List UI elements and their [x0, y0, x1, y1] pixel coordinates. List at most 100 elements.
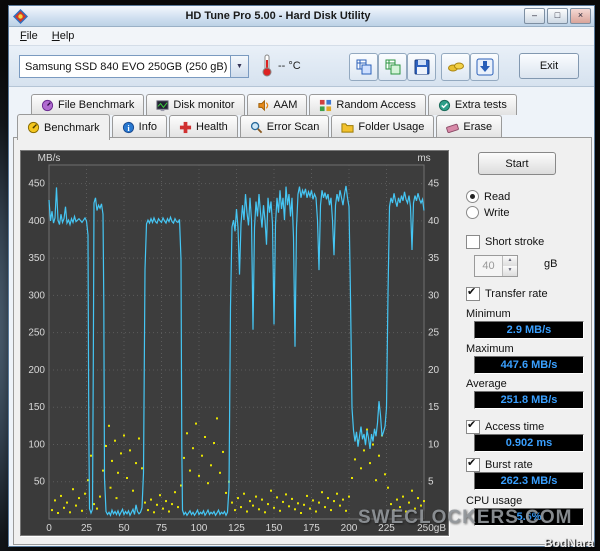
tab-health[interactable]: Health [169, 115, 238, 138]
average-value: 251.8 MB/s [474, 391, 584, 409]
tab-error-scan[interactable]: Error Scan [240, 115, 330, 138]
svg-text:450: 450 [28, 179, 45, 190]
access-time-label: Access time [485, 421, 544, 433]
svg-text:175: 175 [303, 523, 320, 534]
info-icon: i [122, 121, 135, 134]
aam-icon [257, 99, 270, 112]
svg-text:35: 35 [428, 253, 440, 264]
copy-screenshot-button[interactable] [349, 53, 378, 81]
svg-text:350: 350 [28, 253, 45, 264]
disk-monitor-icon [156, 99, 169, 112]
toolbar: Samsung SSD 840 EVO 250GB (250 gB) ▼ -- … [9, 46, 594, 87]
donate-button[interactable] [441, 53, 470, 81]
copy-text-button[interactable] [378, 53, 407, 81]
hands-icon [447, 58, 465, 76]
tab-label: Erase [463, 121, 492, 133]
short-stroke-label: Short stroke [485, 236, 544, 248]
svg-text:MB/s: MB/s [38, 153, 61, 164]
health-cross-icon [179, 121, 192, 134]
read-label: Read [484, 191, 510, 203]
svg-text:50: 50 [34, 477, 46, 488]
tab-file-benchmark[interactable]: File Benchmark [31, 94, 144, 115]
menu-help[interactable]: Help [45, 29, 82, 43]
svg-text:ms: ms [417, 153, 430, 164]
short-stroke-value: 40 [475, 256, 502, 276]
svg-text:40: 40 [428, 216, 440, 227]
tab-erase[interactable]: Erase [436, 115, 502, 138]
benchmark-chart: 4504540040350353003025025200201501510010… [20, 150, 449, 536]
save-icon [413, 58, 431, 76]
temperature-value: -- °C [278, 60, 301, 72]
benchmark-page: 4504540040350353003025025200201501510010… [13, 137, 592, 545]
burst-rate-checkbox[interactable]: Burst rate [466, 458, 533, 472]
cpu-usage-label: CPU usage [466, 495, 522, 507]
tab-label: File Benchmark [58, 99, 134, 111]
close-button[interactable]: × [570, 8, 591, 24]
titlebar[interactable]: HD Tune Pro 5.00 - Hard Disk Utility – □… [9, 6, 594, 27]
tab-row-secondary: File Benchmark Disk monitor AAM Random A… [9, 94, 594, 115]
menu-file[interactable]: File [13, 29, 45, 43]
error-scan-magnifier-icon [250, 121, 263, 134]
short-stroke-checkbox[interactable]: Short stroke [466, 235, 544, 249]
benchmark-icon [27, 121, 40, 134]
svg-text:100: 100 [191, 523, 208, 534]
eraser-icon [446, 121, 459, 134]
svg-text:75: 75 [156, 523, 168, 534]
checkbox-icon [466, 287, 480, 301]
svg-text:100: 100 [28, 439, 45, 450]
write-radio[interactable]: Write [466, 206, 509, 219]
svg-text:200: 200 [28, 365, 45, 376]
app-icon [13, 9, 28, 24]
svg-text:0: 0 [46, 523, 52, 534]
radio-icon [466, 190, 479, 203]
tab-label: Info [139, 121, 157, 133]
file-benchmark-icon [41, 99, 54, 112]
benchmark-graph: 4504540040350353003025025200201501510010… [21, 151, 448, 535]
read-radio[interactable]: Read [466, 190, 510, 203]
access-time-checkbox[interactable]: Access time [466, 420, 544, 434]
tab-random-access[interactable]: Random Access [309, 94, 425, 115]
spinner-buttons: ▲▼ [502, 256, 517, 276]
transfer-rate-checkbox[interactable]: Transfer rate [466, 287, 548, 301]
spin-up-button[interactable]: ▲ [503, 256, 517, 266]
tab-row-primary: Benchmark i Info Health Error Scan Folde… [9, 115, 594, 138]
maximize-button[interactable]: □ [547, 8, 568, 24]
save-screenshot-button[interactable] [407, 53, 436, 81]
short-stroke-spinner[interactable]: 40 ▲▼ [474, 255, 518, 277]
minimum-value: 2.9 MB/s [474, 321, 584, 339]
maximum-value: 447.6 MB/s [474, 356, 584, 374]
tab-info[interactable]: i Info [112, 115, 167, 138]
bodnara-watermark: BodNara [544, 536, 594, 550]
tab-label: Disk monitor [173, 99, 234, 111]
tab-disk-monitor[interactable]: Disk monitor [146, 94, 244, 115]
svg-text:125: 125 [228, 523, 245, 534]
update-button[interactable] [470, 53, 499, 81]
download-arrow-icon [476, 58, 494, 76]
drive-select[interactable]: Samsung SSD 840 EVO 250GB (250 gB) ▼ [19, 55, 249, 78]
checkbox-icon [466, 235, 480, 249]
tab-benchmark[interactable]: Benchmark [17, 114, 110, 140]
access-time-value: 0.902 ms [474, 434, 584, 452]
transfer-rate-label: Transfer rate [485, 288, 548, 300]
svg-text:50: 50 [118, 523, 130, 534]
write-label: Write [484, 207, 509, 219]
copy-text-icon [384, 58, 402, 76]
tab-aam[interactable]: AAM [247, 94, 308, 115]
extra-tests-icon [438, 99, 451, 112]
tab-extra-tests[interactable]: Extra tests [428, 94, 517, 115]
tab-folder-usage[interactable]: Folder Usage [331, 115, 434, 138]
exit-button[interactable]: Exit [519, 53, 579, 79]
minimum-label: Minimum [466, 308, 511, 320]
start-button[interactable]: Start [478, 152, 556, 175]
svg-text:200: 200 [341, 523, 358, 534]
spin-down-button[interactable]: ▼ [503, 266, 517, 276]
svg-text:45: 45 [428, 179, 440, 190]
checkbox-icon [466, 458, 480, 472]
folder-icon [341, 121, 354, 134]
svg-text:300: 300 [28, 290, 45, 301]
svg-text:5: 5 [428, 477, 434, 488]
chevron-down-icon[interactable]: ▼ [230, 56, 248, 77]
minimize-button[interactable]: – [524, 8, 545, 24]
copy-screenshot-icon [355, 58, 373, 76]
svg-text:150: 150 [28, 402, 45, 413]
